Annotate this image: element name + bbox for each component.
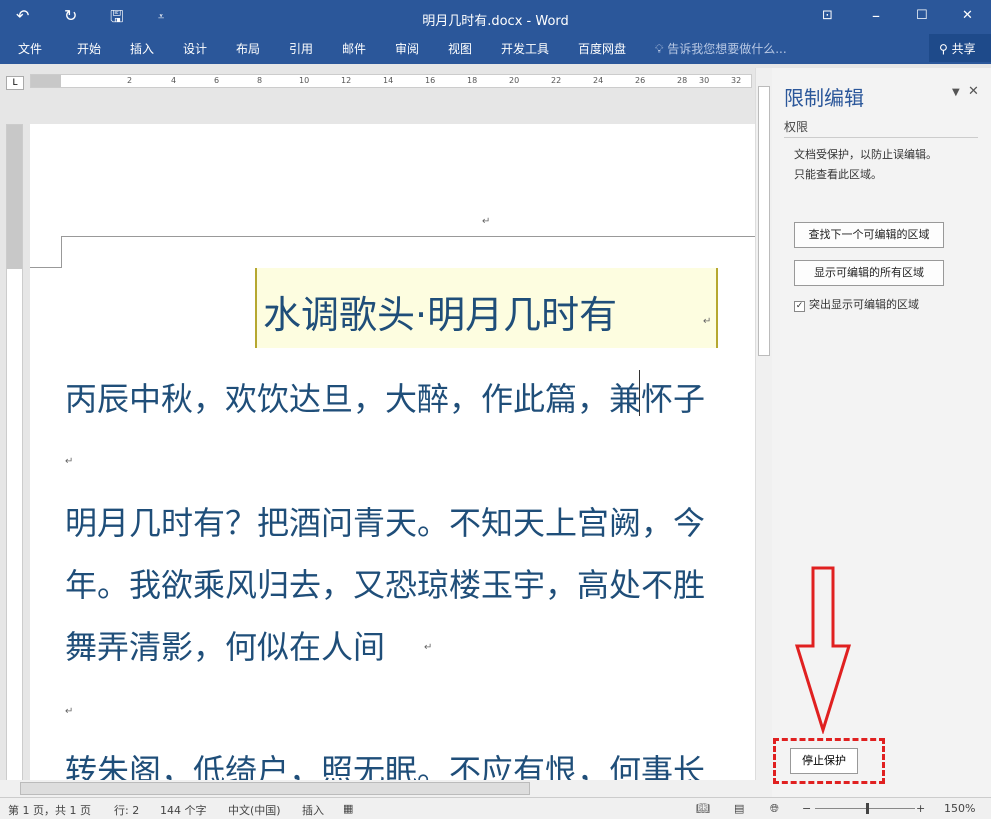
zoom-slider[interactable] bbox=[815, 808, 915, 809]
protection-desc: 文档受保护，以防止误编辑。 bbox=[794, 148, 937, 161]
ruler-tick: 16 bbox=[425, 76, 436, 85]
find-next-region-button[interactable]: 查找下一个可编辑的区域 bbox=[794, 222, 944, 248]
text-line: 舞弄清影，何似在人间 bbox=[65, 628, 386, 666]
tell-me-input[interactable]: 💡︎ 告诉我您想要做什么... bbox=[655, 40, 787, 57]
tab-file[interactable]: 文件 bbox=[18, 40, 42, 57]
ruler-tick: 30 bbox=[699, 76, 710, 85]
read-mode-icon[interactable]: 📖︎ bbox=[696, 802, 710, 815]
pane-options-icon[interactable]: ▼ bbox=[952, 87, 960, 98]
tab-layout[interactable]: 布局 bbox=[236, 40, 260, 57]
text-line: 年。我欲乘风归去，又恐琼楼玉宇，高处不胜 bbox=[65, 566, 706, 604]
tab-review[interactable]: 审阅 bbox=[395, 40, 419, 57]
tab-baidu[interactable]: 百度网盘 bbox=[578, 40, 626, 57]
ruler-tick: 6 bbox=[214, 76, 220, 85]
tab-mailings[interactable]: 邮件 bbox=[342, 40, 366, 57]
pane-title: 限制编辑 bbox=[784, 86, 864, 110]
vertical-scrollbar[interactable] bbox=[755, 68, 772, 790]
paragraph-mark: ↵ bbox=[424, 642, 433, 653]
ruler-tick: 12 bbox=[341, 76, 352, 85]
header-divider bbox=[62, 236, 755, 237]
zoom-out-button[interactable]: − bbox=[802, 802, 811, 815]
margin-corner bbox=[30, 236, 62, 268]
show-all-regions-button[interactable]: 显示可编辑的所有区域 bbox=[794, 260, 944, 286]
person-icon: ⚲ bbox=[939, 42, 948, 56]
zoom-level[interactable]: 150% bbox=[944, 802, 975, 815]
tab-insert[interactable]: 插入 bbox=[130, 40, 154, 57]
text-line: 明月几时有？把酒问青天。不知天上宫阙，今 bbox=[65, 504, 706, 542]
vertical-ruler bbox=[6, 124, 23, 790]
tab-design[interactable]: 设计 bbox=[183, 40, 207, 57]
text-line: 丙辰中秋，欢饮达旦，大醉，作此篇，兼怀子 bbox=[65, 380, 706, 418]
paragraph-mark: ↵ bbox=[482, 216, 491, 227]
language[interactable]: 中文(中国) bbox=[228, 802, 281, 818]
zoom-in-button[interactable]: + bbox=[916, 802, 925, 815]
lightbulb-icon: 💡︎ bbox=[655, 42, 664, 56]
maximize-icon[interactable]: ☐ bbox=[916, 8, 928, 23]
ruler-tick: 22 bbox=[551, 76, 562, 85]
pane-close-icon[interactable]: ✕ bbox=[968, 84, 979, 99]
scroll-thumb[interactable] bbox=[20, 782, 530, 795]
red-arrow-annotation bbox=[795, 566, 851, 734]
share-label: 共享 bbox=[951, 42, 976, 56]
ruler-tick: 24 bbox=[593, 76, 604, 85]
document-page[interactable]: ↵ 水调歌头·明月几时有 ↵ 丙辰中秋，欢饮达旦，大醉，作此篇，兼怀子 ↵ 明月… bbox=[30, 124, 755, 790]
paragraph-mark: ↵ bbox=[703, 316, 712, 327]
tab-home[interactable]: 开始 bbox=[77, 40, 101, 57]
horizontal-ruler[interactable]: 2 4 6 8 10 12 14 16 18 20 22 24 26 28 30… bbox=[30, 74, 752, 88]
text-cursor bbox=[639, 370, 640, 416]
horizontal-scrollbar[interactable] bbox=[0, 780, 772, 797]
web-layout-icon[interactable]: 🌐︎ bbox=[770, 802, 779, 816]
paragraph-mark: ↵ bbox=[65, 706, 74, 717]
checkbox-icon: ✓ bbox=[794, 301, 805, 312]
editable-region[interactable]: 水调歌头·明月几时有 ↵ bbox=[255, 268, 718, 348]
window-title: 明月几时有.docx - Word bbox=[422, 14, 569, 29]
insert-mode[interactable]: 插入 bbox=[302, 802, 324, 818]
zoom-slider-thumb[interactable] bbox=[866, 803, 869, 814]
protection-desc: 只能查看此区域。 bbox=[794, 168, 882, 181]
line-number: 行: 2 bbox=[114, 804, 140, 817]
ruler-tick: 14 bbox=[383, 76, 394, 85]
word-count[interactable]: 144 个字 bbox=[160, 802, 207, 818]
tab-developer[interactable]: 开发工具 bbox=[501, 40, 549, 57]
title-bar: ↶ ↻ 🖫 ⩡ 明月几时有.docx - Word ⊡ – ☐ ✕ bbox=[0, 0, 991, 34]
scroll-thumb[interactable] bbox=[758, 86, 770, 356]
tab-view[interactable]: 视图 bbox=[448, 40, 472, 57]
ruler-tick: 20 bbox=[509, 76, 520, 85]
ruler-tick: 10 bbox=[299, 76, 310, 85]
ruler-tick: 2 bbox=[127, 76, 133, 85]
ribbon-display-icon[interactable]: ⊡ bbox=[822, 8, 833, 23]
ruler-tick: 18 bbox=[467, 76, 478, 85]
ruler-tick: 32 bbox=[731, 76, 742, 85]
share-button[interactable]: ⚲ 共享 bbox=[929, 34, 991, 62]
checkbox-label: 突出显示可编辑的区域 bbox=[809, 298, 919, 311]
close-icon[interactable]: ✕ bbox=[962, 8, 973, 23]
highlight-box-annotation bbox=[773, 738, 885, 784]
print-layout-icon[interactable]: ▤ bbox=[734, 802, 744, 815]
minimize-icon[interactable]: – bbox=[872, 6, 880, 25]
tell-me-text: 告诉我您想要做什么... bbox=[667, 42, 787, 56]
macro-icon[interactable]: ▦ bbox=[343, 802, 353, 815]
ruler-tick: 4 bbox=[171, 76, 177, 85]
highlight-regions-checkbox[interactable]: ✓ 突出显示可编辑的区域 bbox=[794, 296, 919, 312]
tab-selector[interactable]: L bbox=[6, 76, 24, 90]
paragraph-mark: ↵ bbox=[65, 456, 74, 467]
ruler-tick: 28 bbox=[677, 76, 688, 85]
section-heading: 权限 bbox=[784, 118, 978, 138]
tab-references[interactable]: 引用 bbox=[289, 40, 313, 57]
ruler-tick: 8 bbox=[257, 76, 263, 85]
ruler-tick: 26 bbox=[635, 76, 646, 85]
document-title: 水调歌头·明月几时有 bbox=[263, 293, 618, 337]
ribbon-tabs: 文件 开始 插入 设计 布局 引用 邮件 审阅 视图 开发工具 百度网盘 💡︎ … bbox=[0, 34, 991, 64]
page-count[interactable]: 第 1 页，共 1 页 bbox=[8, 802, 91, 818]
status-bar: 第 1 页，共 1 页 行: 2 144 个字 中文(中国) 插入 ▦ 📖︎ ▤… bbox=[0, 797, 991, 819]
